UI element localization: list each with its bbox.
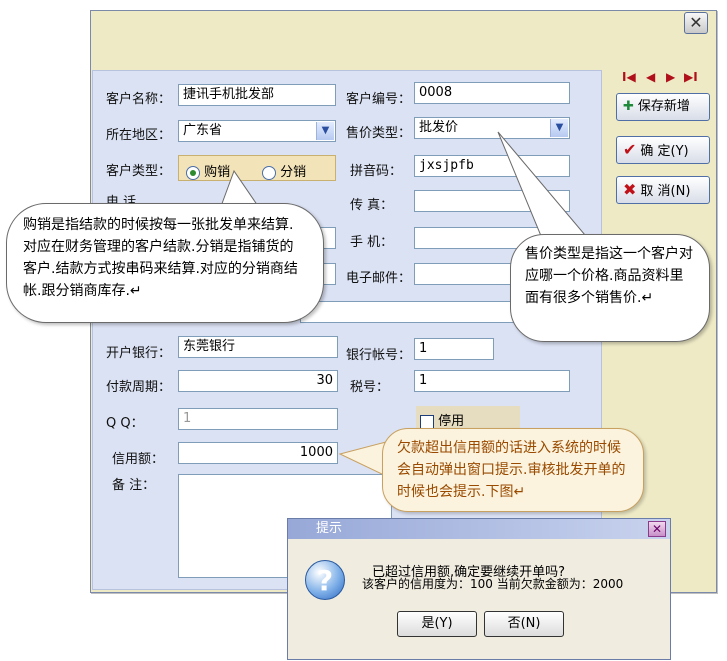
close-icon[interactable]: ✕ [648,521,666,537]
bank-account-input[interactable]: 1 [414,338,494,360]
checkbox-icon[interactable] [420,414,434,429]
fax-label: 传 真： [350,198,394,213]
prev-record-icon[interactable]: ◀ [646,70,655,84]
ok-button[interactable]: ✔ 确 定(Y) [616,136,710,164]
customer-no-label: 客户编号： [346,92,412,107]
pay-period-input[interactable]: 30 [178,370,338,392]
bank-label: 开户银行： [106,346,172,361]
radio-label-distribution: 分销 [280,165,307,180]
popup-message-2: 该客户的信用度为：100 当前欠款金额为：2000 [362,577,624,591]
price-type-value: 批发价 [419,120,459,135]
email-input[interactable] [414,263,514,285]
price-type-callout: 售价类型是指这一个客户对应哪一个价格.商品资料里面有很多个销售价.↵ [510,234,710,342]
no-button[interactable]: 否(N) [484,611,564,637]
disabled-checkbox[interactable]: 停用 [420,410,464,429]
customer-name-input[interactable]: 捷讯手机批发部 [178,84,336,106]
save-new-button[interactable]: ✚ 保存新增 [616,93,710,121]
credit-callout: 欠款超出信用额的话进入系统的时候会自动弹出窗口提示.审核批发开单的时候也会提示.… [382,428,644,512]
price-type-label: 售价类型： [346,126,412,141]
mobile-label: 手 机： [350,235,394,250]
cancel-button[interactable]: ✖ 取 消(N) [616,176,710,204]
close-icon[interactable]: ✕ [684,12,708,34]
ok-label: 确 定(Y) [640,144,689,159]
bank-account-label: 银行帐号： [346,348,412,363]
x-icon: ✖ [623,180,637,199]
save-new-label: 保存新增 [637,99,690,114]
plus-icon: ✚ [623,99,634,114]
yes-button[interactable]: 是(Y) [397,611,477,637]
credit-input[interactable]: 1000 [178,442,338,464]
customer-type-callout: 购销是指结款的时候按每一张批发单来结算.对应在财务管理的客户结款.分销是指铺货的… [6,203,324,323]
cancel-label: 取 消(N) [640,184,691,199]
customer-name-label: 客户名称： [106,92,172,107]
bank-input[interactable]: 东莞银行 [178,336,338,358]
region-value: 广东省 [183,123,223,138]
region-label: 所在地区： [106,128,172,143]
email-label: 电子邮件： [346,271,412,286]
customer-type-label: 客户类型： [106,164,172,179]
question-icon: ? [305,560,345,600]
region-select[interactable]: 广东省 ▼ [178,120,336,142]
tax-no-input[interactable]: 1 [414,370,570,392]
chevron-down-icon[interactable]: ▼ [316,122,334,140]
next-record-icon[interactable]: ▶ [666,70,675,84]
qq-label: Q Q： [106,416,144,431]
pay-period-label: 付款周期： [106,380,172,395]
pinyin-label: 拼音码： [350,164,403,179]
note-label: 备 注： [112,478,156,493]
last-record-icon[interactable]: ▶I [684,70,698,84]
disabled-label: 停用 [438,414,465,429]
credit-label: 信用额： [112,452,165,467]
tax-no-label: 税号： [350,380,390,395]
qq-input[interactable]: 1 [178,408,338,430]
customer-no-input[interactable]: 0008 [414,82,570,104]
first-record-icon[interactable]: I◀ [622,70,636,84]
checkmark-icon: ✔ [623,140,637,159]
popup-title: 提示 [288,519,670,539]
